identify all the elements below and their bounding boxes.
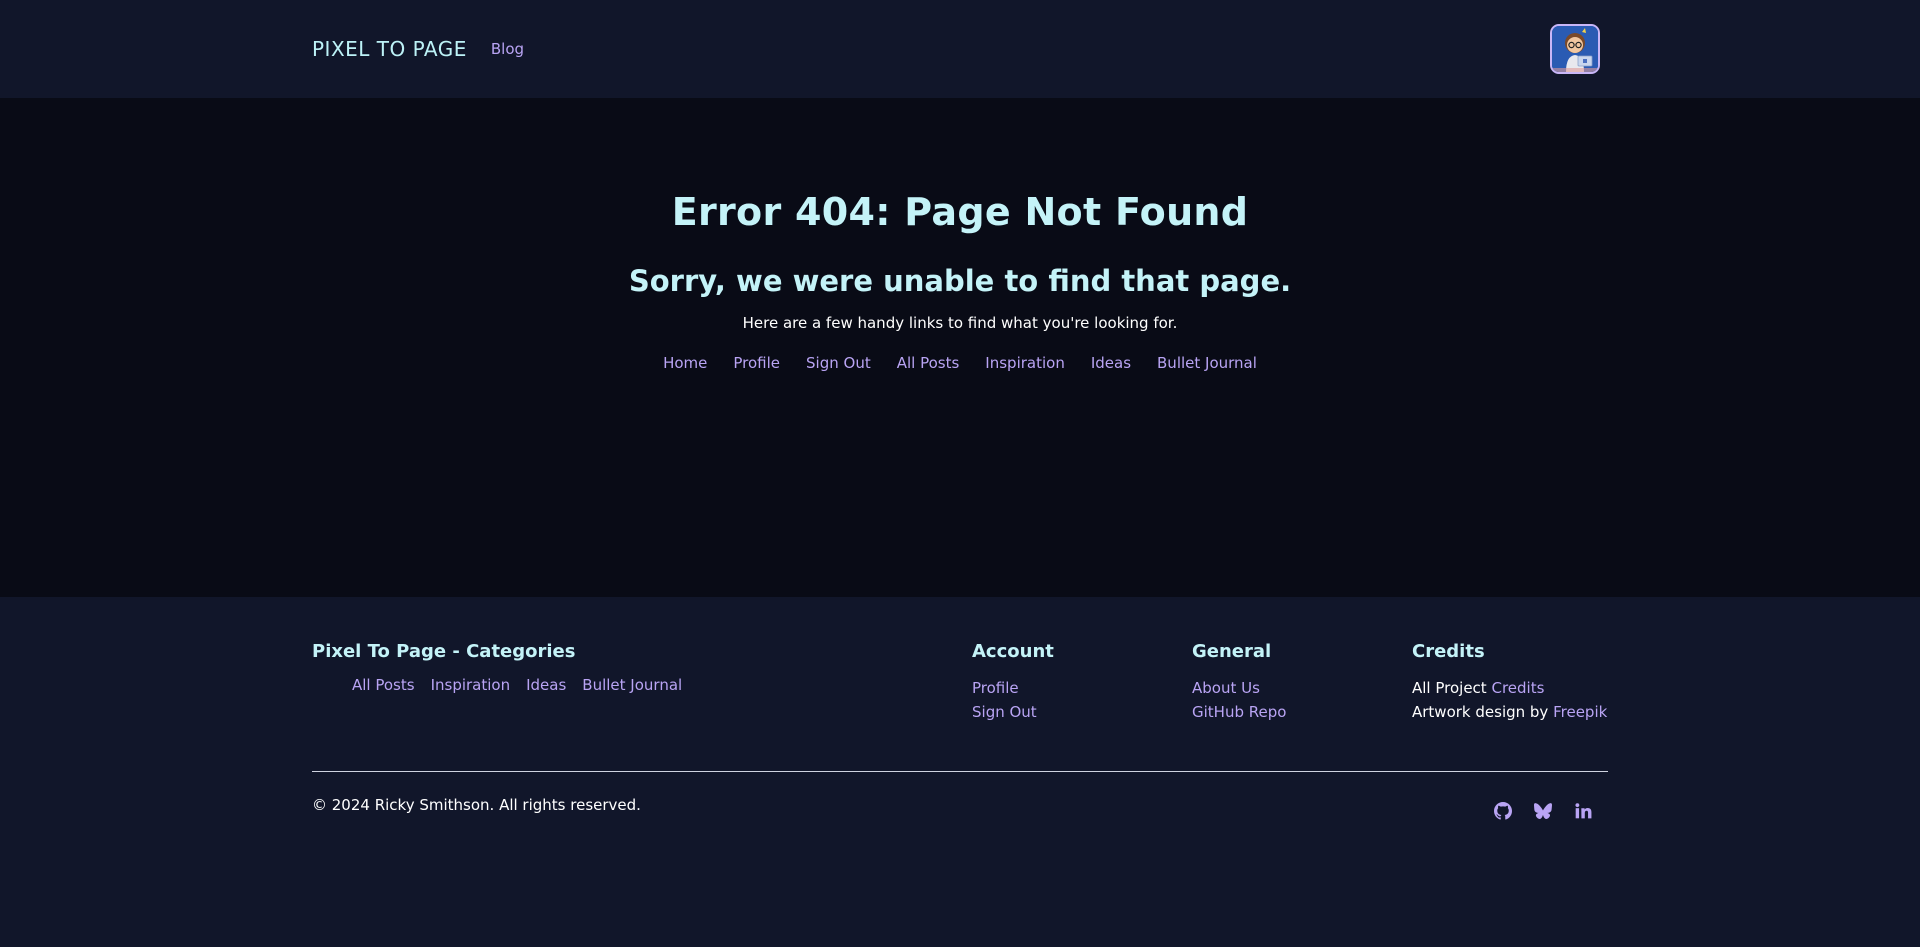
error-subtitle: Sorry, we were unable to find that page. xyxy=(628,264,1292,298)
footer-link-profile[interactable]: Profile xyxy=(972,676,1054,700)
footer-link-bullet-journal[interactable]: Bullet Journal xyxy=(582,676,682,694)
quick-link-ideas[interactable]: Ideas xyxy=(1091,354,1131,372)
quick-link-inspiration[interactable]: Inspiration xyxy=(985,354,1065,372)
copyright-text: © 2024 Ricky Smithson. All rights reserv… xyxy=(312,796,641,814)
freepik-link[interactable]: Freepik xyxy=(1553,703,1607,721)
footer-account-heading: Account xyxy=(972,641,1054,662)
artwork-prefix: Artwork design by xyxy=(1412,703,1549,721)
nav-blog-link[interactable]: Blog xyxy=(491,40,524,58)
credits-prefix: All Project xyxy=(1412,679,1487,697)
artwork-line: Artwork design by Freepik xyxy=(1412,700,1607,724)
main-content: Error 404: Page Not Found Sorry, we were… xyxy=(0,98,1920,597)
linkedin-icon[interactable] xyxy=(1574,802,1592,820)
quick-links: Home Profile Sign Out All Posts Inspirat… xyxy=(0,354,1920,372)
bluesky-icon[interactable] xyxy=(1534,802,1552,820)
footer-category-links: All Posts Inspiration Ideas Bullet Journ… xyxy=(312,676,698,694)
footer-categories-heading: Pixel To Page - Categories xyxy=(312,641,576,662)
quick-link-profile[interactable]: Profile xyxy=(733,354,780,372)
github-icon[interactable] xyxy=(1494,802,1512,820)
error-title: Error 404: Page Not Found xyxy=(671,190,1249,234)
footer-columns: Pixel To Page - Categories All Posts Ins… xyxy=(312,641,1608,761)
credits-line: All Project Credits xyxy=(1412,676,1607,700)
footer-account: Account Profile Sign Out xyxy=(972,641,1054,724)
footer-link-ideas[interactable]: Ideas xyxy=(526,676,566,694)
brand-link[interactable]: PIXEL TO PAGE xyxy=(312,37,467,61)
user-avatar[interactable] xyxy=(1550,24,1600,74)
footer-link-all-posts[interactable]: All Posts xyxy=(352,676,415,694)
credits-link[interactable]: Credits xyxy=(1491,679,1544,697)
footer-divider xyxy=(312,771,1608,772)
footer-credits-heading: Credits xyxy=(1412,641,1485,662)
site-header: PIXEL TO PAGE Blog xyxy=(0,0,1920,98)
quick-link-sign-out[interactable]: Sign Out xyxy=(806,354,871,372)
footer-link-inspiration[interactable]: Inspiration xyxy=(431,676,511,694)
footer-link-about-us[interactable]: About Us xyxy=(1192,676,1286,700)
footer-general: General About Us GitHub Repo xyxy=(1192,641,1286,724)
footer-link-sign-out[interactable]: Sign Out xyxy=(972,700,1054,724)
site-footer: Pixel To Page - Categories All Posts Ins… xyxy=(0,597,1920,947)
footer-general-heading: General xyxy=(1192,641,1272,662)
footer-link-github-repo[interactable]: GitHub Repo xyxy=(1192,700,1286,724)
footer-credits: Credits All Project Credits Artwork desi… xyxy=(1412,641,1607,724)
quick-link-bullet-journal[interactable]: Bullet Journal xyxy=(1157,354,1257,372)
quick-link-all-posts[interactable]: All Posts xyxy=(897,354,960,372)
error-help-text: Here are a few handy links to find what … xyxy=(742,314,1178,332)
avatar-illustration-icon xyxy=(1552,26,1598,72)
footer-categories: Pixel To Page - Categories All Posts Ins… xyxy=(312,641,698,694)
social-links xyxy=(1494,802,1592,820)
quick-link-home[interactable]: Home xyxy=(663,354,707,372)
